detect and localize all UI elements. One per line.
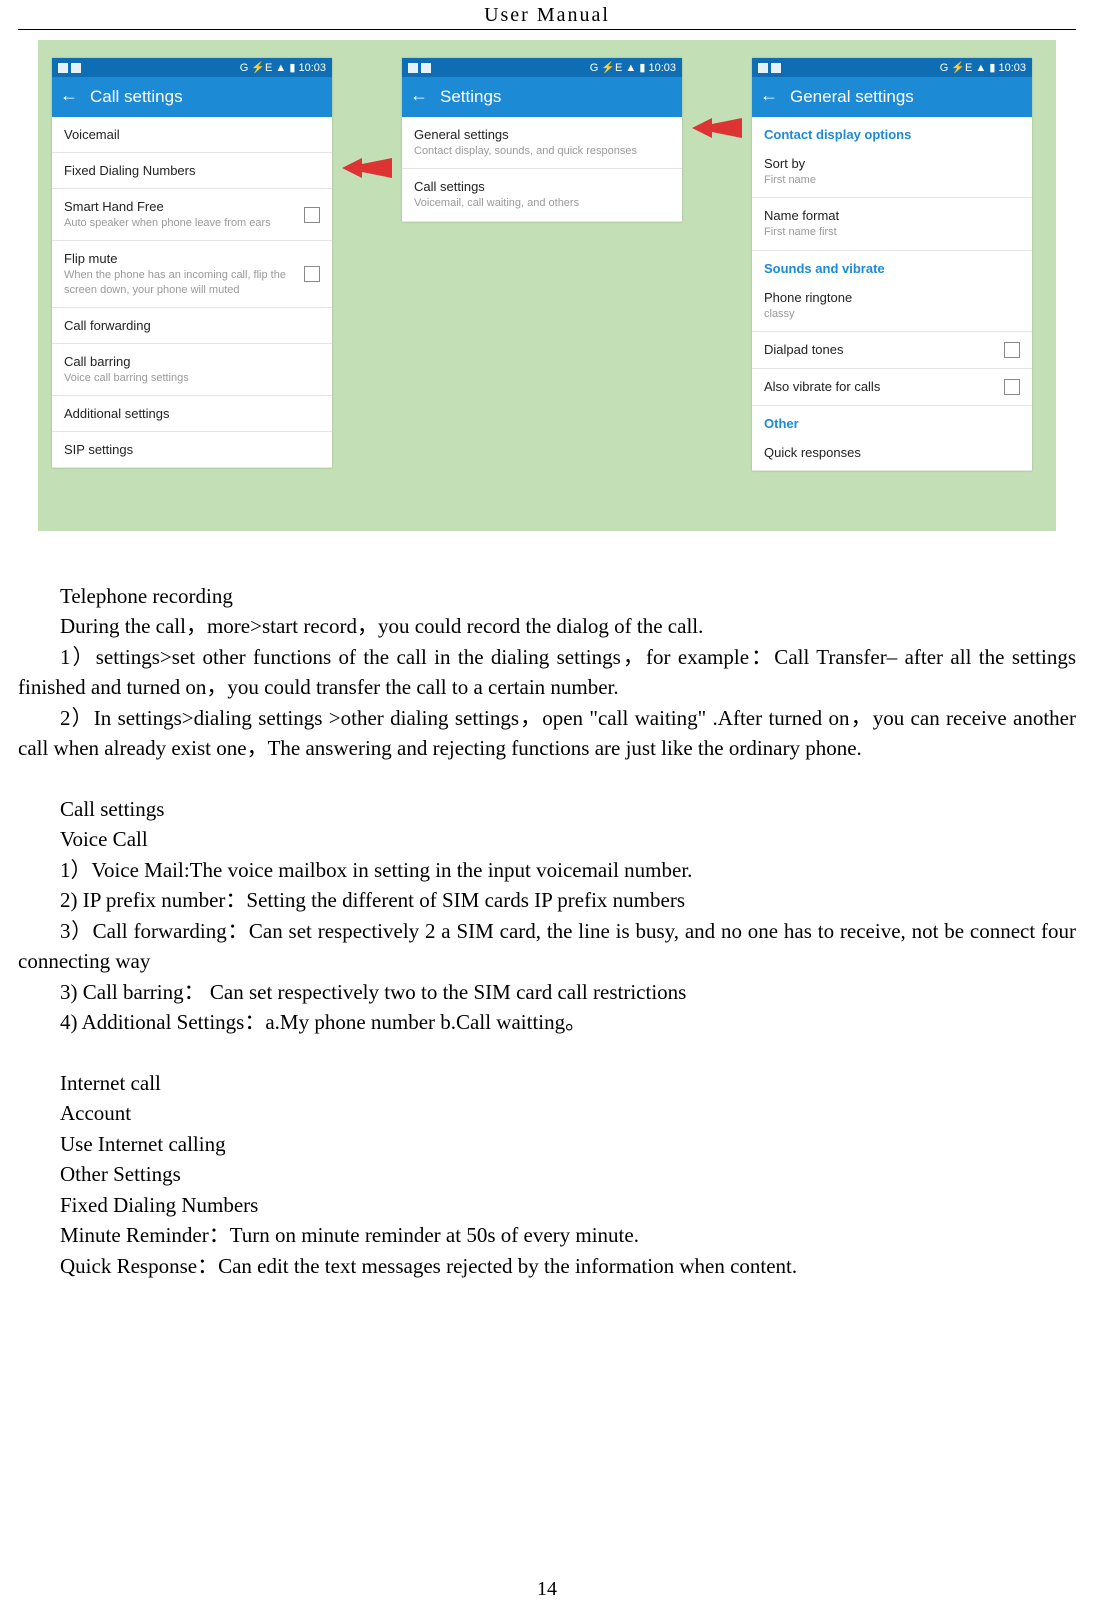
status-time: 10:03 <box>648 62 676 74</box>
list-item[interactable]: Call settings Voicemail, call waiting, an… <box>402 169 682 221</box>
list-item[interactable]: SIP settings <box>52 432 332 468</box>
list-item[interactable]: Call barring Voice call barring settings <box>52 344 332 396</box>
checkbox-icon[interactable] <box>1004 342 1020 358</box>
paragraph: 2) IP prefix number：Setting the differen… <box>18 885 1076 915</box>
item-title: Flip mute <box>64 251 296 266</box>
section-header: Contact display options <box>752 117 1032 146</box>
status-icons: G ⚡E ▲ ▮ <box>590 62 646 74</box>
item-title: Call forwarding <box>64 318 151 333</box>
red-arrow-icon <box>342 158 392 183</box>
list-item[interactable]: Flip mute When the phone has an incoming … <box>52 241 332 308</box>
list-item[interactable]: Fixed Dialing Numbers <box>52 153 332 189</box>
section-header: Other <box>752 406 1032 435</box>
paragraph: Call settings <box>18 794 1076 824</box>
checkbox-icon[interactable] <box>304 207 320 223</box>
phone-screenshot-2: G ⚡E ▲ ▮ 10:03 Settings General settings… <box>402 58 682 222</box>
status-icons: G ⚡E ▲ ▮ <box>240 62 296 74</box>
red-arrow-icon <box>692 118 742 143</box>
app-bar: Settings <box>402 77 682 117</box>
item-sub: When the phone has an incoming call, fli… <box>64 268 296 297</box>
item-title: Quick responses <box>764 445 861 460</box>
item-sub: First name <box>764 173 816 187</box>
list-item[interactable]: General settings Contact display, sounds,… <box>402 117 682 169</box>
status-time: 10:03 <box>998 62 1026 74</box>
phone-screenshot-1: G ⚡E ▲ ▮ 10:03 Call settings Voicemail F… <box>52 58 332 468</box>
list-item[interactable]: Call forwarding <box>52 308 332 344</box>
item-sub: Auto speaker when phone leave from ears <box>64 216 271 230</box>
paragraph: 4) Additional Settings：a.My phone number… <box>18 1007 1076 1037</box>
status-bar: G ⚡E ▲ ▮ 10:03 <box>752 58 1032 77</box>
item-title: Additional settings <box>64 406 170 421</box>
item-title: Phone ringtone <box>764 290 852 305</box>
screenshots-figure: G ⚡E ▲ ▮ 10:03 Call settings Voicemail F… <box>38 40 1056 531</box>
item-sub: Voice call barring settings <box>64 371 189 385</box>
checkbox-icon[interactable] <box>1004 379 1020 395</box>
paragraph: 2）In settings>dialing settings >other di… <box>18 703 1076 764</box>
item-title: SIP settings <box>64 442 133 457</box>
phone-screenshot-3: G ⚡E ▲ ▮ 10:03 General settings Contact … <box>752 58 1032 471</box>
list-item[interactable]: Smart Hand Free Auto speaker when phone l… <box>52 189 332 241</box>
back-arrow-icon[interactable] <box>760 89 776 105</box>
paragraph: Fixed Dialing Numbers <box>18 1190 1076 1220</box>
list-item[interactable]: Additional settings <box>52 396 332 432</box>
item-sub: First name first <box>764 225 839 239</box>
item-sub: classy <box>764 307 852 321</box>
list-item[interactable]: Dialpad tones <box>752 332 1032 369</box>
document-body: Telephone recording During the call，more… <box>18 581 1076 1281</box>
page-header: User Manual <box>18 0 1076 30</box>
paragraph: 3) Call barring： Can set respectively tw… <box>18 977 1076 1007</box>
paragraph: 3）Call forwarding：Can set respectively 2… <box>18 916 1076 977</box>
app-bar-title: General settings <box>790 87 914 107</box>
item-title: Call settings <box>414 179 579 194</box>
item-title: Name format <box>764 208 839 223</box>
status-icons: G ⚡E ▲ ▮ <box>940 62 996 74</box>
app-bar-title: Call settings <box>90 87 183 107</box>
section-header: Sounds and vibrate <box>752 251 1032 280</box>
list-item[interactable]: Sort by First name <box>752 146 1032 198</box>
status-bar: G ⚡E ▲ ▮ 10:03 <box>52 58 332 77</box>
paragraph: During the call，more>start record，you co… <box>18 611 1076 641</box>
item-title: Sort by <box>764 156 816 171</box>
list-item[interactable]: Quick responses <box>752 435 1032 471</box>
paragraph: Use Internet calling <box>18 1129 1076 1159</box>
back-arrow-icon[interactable] <box>410 89 426 105</box>
app-bar-title: Settings <box>440 87 501 107</box>
paragraph: Telephone recording <box>18 581 1076 611</box>
paragraph: Internet call <box>18 1068 1076 1098</box>
paragraph: 1）settings>set other functions of the ca… <box>18 642 1076 703</box>
paragraph: Account <box>18 1098 1076 1128</box>
item-title: Also vibrate for calls <box>764 379 880 394</box>
status-bar: G ⚡E ▲ ▮ 10:03 <box>402 58 682 77</box>
item-title: Fixed Dialing Numbers <box>64 163 196 178</box>
list-item[interactable]: Name format First name first <box>752 198 1032 250</box>
item-title: Dialpad tones <box>764 342 844 357</box>
app-bar: Call settings <box>52 77 332 117</box>
list-item[interactable]: Voicemail <box>52 117 332 153</box>
item-title: Voicemail <box>64 127 120 142</box>
item-sub: Voicemail, call waiting, and others <box>414 196 579 210</box>
paragraph: 1）Voice Mail:The voice mailbox in settin… <box>18 855 1076 885</box>
page-number: 14 <box>0 1578 1094 1601</box>
paragraph: Quick Response：Can edit the text message… <box>18 1251 1076 1281</box>
item-title: General settings <box>414 127 637 142</box>
paragraph: Voice Call <box>18 824 1076 854</box>
list-item[interactable]: Phone ringtone classy <box>752 280 1032 332</box>
item-title: Smart Hand Free <box>64 199 271 214</box>
list-item[interactable]: Also vibrate for calls <box>752 369 1032 406</box>
checkbox-icon[interactable] <box>304 266 320 282</box>
item-sub: Contact display, sounds, and quick respo… <box>414 144 637 158</box>
back-arrow-icon[interactable] <box>60 89 76 105</box>
app-bar: General settings <box>752 77 1032 117</box>
status-time: 10:03 <box>298 62 326 74</box>
paragraph: Other Settings <box>18 1159 1076 1189</box>
paragraph: Minute Reminder：Turn on minute reminder … <box>18 1220 1076 1250</box>
item-title: Call barring <box>64 354 189 369</box>
